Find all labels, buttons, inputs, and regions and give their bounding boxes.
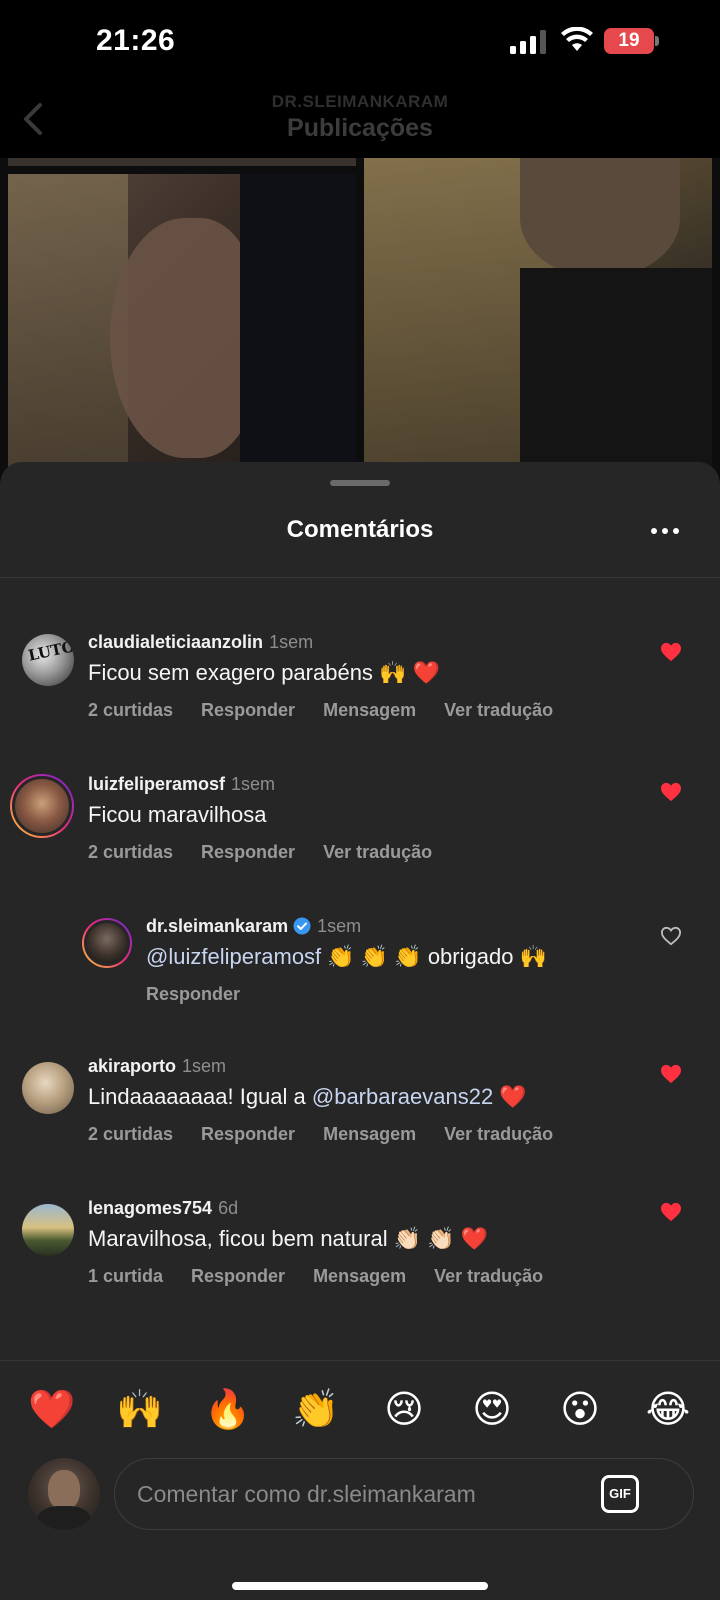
reply-button[interactable]: Responder (201, 700, 295, 720)
translate-button[interactable]: Ver tradução (323, 842, 432, 862)
battery-level: 19 (618, 30, 640, 51)
reply-button[interactable]: Responder (201, 842, 295, 862)
avatar[interactable] (22, 1062, 74, 1114)
comment-text: Maravilhosa, ficou bem natural 👏🏻 👏🏻 ❤️ (88, 1226, 489, 1251)
avatar[interactable] (82, 918, 132, 968)
avatar[interactable]: LUTO (22, 634, 74, 686)
comment-username[interactable]: claudialeticiaanzolin (88, 632, 263, 652)
comment-actions: Responder (146, 984, 268, 1005)
emoji-clapping[interactable]: 👏 (290, 1384, 342, 1436)
comment-time: 1sem (269, 632, 314, 652)
wifi-icon (561, 27, 593, 51)
comment-text: @luizfelipe­ramosf 👏 👏 👏 obrigado 🙌 (146, 944, 547, 969)
message-button[interactable]: Mensagem (323, 700, 416, 720)
heart-icon[interactable] (660, 782, 682, 802)
message-button[interactable]: Mensagem (323, 1124, 416, 1144)
reply-button[interactable]: Responder (201, 1124, 295, 1144)
emoji-bar-divider (0, 1360, 720, 1361)
cellular-signal-icon (510, 30, 546, 54)
emoji-heart[interactable]: ❤️ (26, 1384, 78, 1436)
mention-link[interactable]: @barbaraevans22 (312, 1084, 493, 1109)
emoji-quick-bar: ❤️ 🙌 🔥 👏 😢 😍 😮 😂 (0, 1384, 720, 1436)
more-options-icon[interactable] (650, 526, 680, 536)
emoji-laughing[interactable]: 😂 (642, 1384, 694, 1436)
heart-icon[interactable] (660, 1064, 682, 1084)
comment-username[interactable]: akiraporto (88, 1056, 176, 1076)
battery-icon: 19 (604, 28, 659, 54)
heart-icon[interactable] (660, 642, 682, 662)
comment-username[interactable]: luizfelipe­ramosf (88, 774, 225, 794)
comment-username[interactable]: lenagomes754 (88, 1198, 212, 1218)
heart-icon[interactable] (660, 1202, 682, 1222)
comment-time: 1sem (231, 774, 276, 794)
status-bar: 21:26 19 (0, 0, 720, 82)
reply-button[interactable]: Responder (191, 1266, 285, 1286)
likes-count[interactable]: 2 curtidas (88, 700, 173, 720)
header-title: Publicações (287, 114, 433, 142)
verified-badge-icon (293, 917, 311, 935)
translate-button[interactable]: Ver tradução (434, 1266, 543, 1286)
likes-count[interactable]: 2 curtidas (88, 842, 173, 862)
sheet-title: Comentários (286, 516, 434, 543)
status-time: 21:26 (96, 24, 176, 57)
message-button[interactable]: Mensagem (313, 1266, 406, 1286)
comment-text: Ficou maravilhosa (88, 802, 267, 827)
comment-actions: 2 curtidas Responder Mensagem Ver tradução (88, 700, 581, 721)
comment-text: Lindaaaaaaaa! Igual a @barbaraevans22 ❤️ (88, 1084, 527, 1109)
comment-time: 1sem (182, 1056, 227, 1076)
sheet-grabber[interactable] (330, 480, 390, 486)
avatar[interactable] (10, 774, 74, 838)
emoji-surprised[interactable]: 😮 (554, 1384, 606, 1436)
comment-actions: 1 curtida Responder Mensagem Ver tradução (88, 1266, 571, 1287)
current-user-avatar (28, 1458, 100, 1530)
emoji-fire[interactable]: 🔥 (202, 1384, 254, 1436)
comment-actions: 2 curtidas Responder Ver tradução (88, 842, 460, 863)
comment-input-placeholder: Comentar como dr.sleimankaram (137, 1481, 476, 1507)
comment-time: 1sem (317, 916, 362, 936)
emoji-raising-hands[interactable]: 🙌 (114, 1384, 166, 1436)
heart-outline-icon[interactable] (660, 926, 682, 946)
avatar[interactable] (22, 1204, 74, 1256)
home-indicator (232, 1582, 488, 1590)
post-photo (0, 158, 720, 478)
likes-count[interactable]: 2 curtidas (88, 1124, 173, 1144)
comment-input[interactable]: Comentar como dr.sleimankaram GIF (114, 1458, 694, 1530)
header-account-name: DR.SLEIMANKARAM (271, 92, 449, 111)
emoji-heart-eyes[interactable]: 😍 (466, 1384, 518, 1436)
comment-username[interactable]: dr.sleimankaram (146, 916, 288, 936)
comment-text: Ficou sem exagero parabéns 🙌 ❤️ (88, 660, 440, 685)
likes-count[interactable]: 1 curtida (88, 1266, 163, 1286)
header-divider (0, 577, 720, 578)
comment-time: 6d (218, 1198, 239, 1218)
translate-button[interactable]: Ver tradução (444, 700, 553, 720)
mention-link[interactable]: @luizfelipe­ramosf (146, 944, 321, 969)
reply-button[interactable]: Responder (146, 984, 240, 1004)
gif-button[interactable]: GIF (601, 1475, 639, 1513)
emoji-crying[interactable]: 😢 (378, 1384, 430, 1436)
comment-actions: 2 curtidas Responder Mensagem Ver tradução (88, 1124, 581, 1145)
header: DR.SLEIMANKARAM Publicações (0, 82, 720, 158)
translate-button[interactable]: Ver tradução (444, 1124, 553, 1144)
